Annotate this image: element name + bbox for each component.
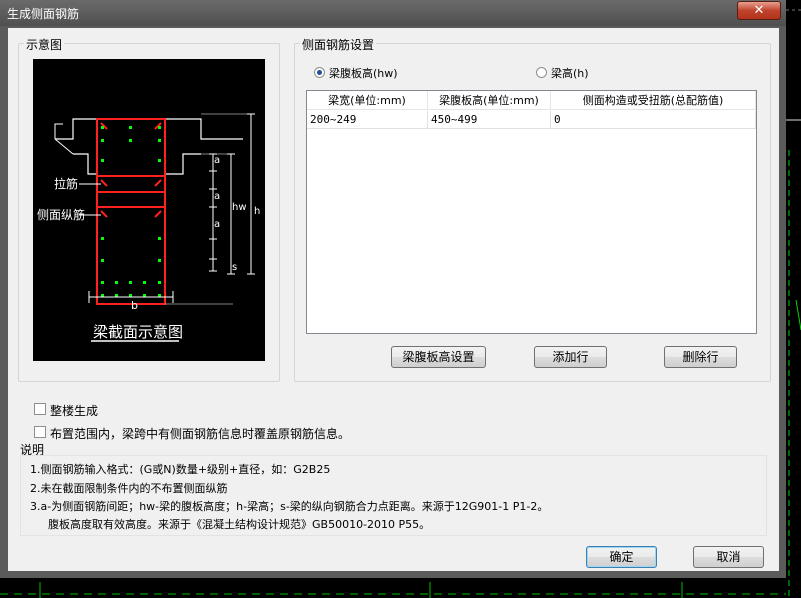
overwrite-checkbox[interactable] [34, 426, 46, 438]
dialog-window: 生成侧面钢筋 ✕ 示意图 拉筋 侧面纵筋 a a a hw h s b 梁截面示… [0, 0, 786, 578]
delete-row-button[interactable]: 删除行 [664, 346, 737, 368]
beam-height-radio[interactable] [536, 67, 547, 78]
window-title: 生成侧面钢筋 [7, 7, 80, 21]
add-row-button[interactable]: 添加行 [534, 346, 607, 368]
web-height-settings-button[interactable]: 梁腹板高设置 [391, 346, 486, 368]
notes-box: 1.侧面钢筋输入格式：(G或N)数量+级别+直径，如：G2B25 2.未在截面限… [20, 455, 767, 536]
dim-a2-label: a [214, 191, 221, 202]
dim-a1-label: a [214, 155, 221, 166]
column-header-web-height[interactable]: 梁腹板高(单位:mm) [428, 91, 551, 110]
note-line-1: 1.侧面钢筋输入格式：(G或N)数量+级别+直径，如：G2B25 [30, 463, 331, 476]
beam-section-diagram: 拉筋 侧面纵筋 a a a hw h s b 梁截面示意图 [33, 59, 265, 361]
title-bar[interactable]: 生成侧面钢筋 ✕ [0, 0, 786, 26]
table-cell-web-height[interactable]: 450~499 [428, 111, 551, 129]
side-bar-label: 侧面纵筋 [37, 208, 86, 222]
note-line-4: 腹板高度取有效高度。来源于《混凝土结构设计规范》GB50010-2010 P55… [48, 518, 431, 531]
table-cell-side-bar[interactable]: 0 [551, 111, 756, 129]
dialog-body: 示意图 拉筋 侧面纵筋 a a a hw h s b 梁截面示意图 侧面钢筋设置… [8, 28, 779, 571]
diagram-caption: 梁截面示意图 [93, 323, 184, 341]
note-line-3: 3.a-为侧面钢筋间距；hw-梁的腹板高度；h-梁高；s-梁的纵向钢筋合力点距离… [30, 500, 549, 513]
web-height-radio-label[interactable]: 梁腹板高(hw) [329, 65, 398, 81]
background-cad-lines [786, 9, 801, 598]
note-line-2: 2.未在截面限制条件内的不布置侧面纵筋 [30, 482, 228, 495]
column-header-beam-width[interactable]: 梁宽(单位:mm) [307, 91, 428, 110]
cancel-button[interactable]: 取消 [693, 546, 764, 568]
whole-building-label[interactable]: 整楼生成 [50, 402, 98, 419]
dim-b-label: b [131, 299, 138, 312]
rebar-settings-table[interactable]: 梁宽(单位:mm) 梁腹板高(单位:mm) 侧面构造或受扭筋(总配筋值) 200… [306, 90, 757, 334]
dim-a3-label: a [214, 219, 221, 230]
table-cell-width[interactable]: 200~249 [307, 111, 428, 129]
column-header-side-bar[interactable]: 侧面构造或受扭筋(总配筋值) [551, 91, 756, 110]
close-button[interactable]: ✕ [737, 1, 781, 20]
overwrite-label[interactable]: 布置范围内，梁跨中有侧面钢筋信息时覆盖原钢筋信息。 [50, 425, 350, 442]
close-icon: ✕ [753, 3, 765, 18]
beam-height-radio-label[interactable]: 梁高(h) [551, 65, 589, 81]
diagram-group-label: 示意图 [24, 36, 65, 53]
dim-s-label: s [232, 262, 238, 273]
web-height-radio[interactable] [314, 67, 325, 78]
ok-button[interactable]: 确定 [586, 546, 657, 568]
settings-group-label: 侧面钢筋设置 [300, 36, 377, 53]
background-cad-bottom [0, 582, 786, 598]
dim-hw-label: hw [232, 202, 247, 213]
dim-h-label: h [254, 206, 261, 217]
whole-building-checkbox[interactable] [34, 403, 46, 415]
tie-bar-label: 拉筋 [54, 177, 79, 191]
